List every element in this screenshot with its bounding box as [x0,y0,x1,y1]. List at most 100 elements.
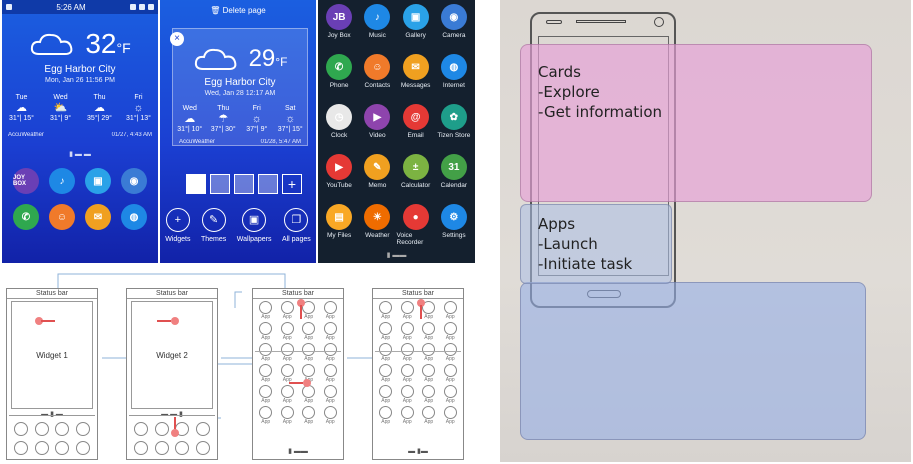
wire-app-grid: App App App App App App App App App App … [375,301,461,425]
wireframe-apps-1: Status bar App App App App App App App A… [252,288,344,460]
wireframe-widget-1: Status bar Widget 1 ▬ ▮ ▬ [6,288,98,460]
app-icon-calculator[interactable]: ± Calculator [397,154,435,202]
swipe-down-arrow [300,305,302,319]
app-icon-memo[interactable]: ✎ Memo [358,154,396,202]
app-icon-voice-recorder[interactable]: ● Voice Recorder [397,204,435,252]
app-icon-tizen-store[interactable]: ✿ Tizen Store [435,104,473,152]
notification-icon [129,4,136,10]
phone-icon: ✆ [326,54,353,80]
all-pages-button[interactable]: ❐ All pages [282,208,311,243]
phone-icon[interactable]: ✆ [13,204,39,230]
wireframe-widget-2: Status bar Widget 2 ▬ ▬ ▮ [126,288,218,460]
widgets-button[interactable]: + Widgets [165,208,191,243]
phone-screenshots: 5:26 AM 32°F Egg Harbor City Mon, Jan 26… [2,0,475,263]
forecast-day: Fri ☼ 31°| 13° [121,94,157,122]
rain-icon: ☂ [218,113,229,125]
delete-page-button[interactable]: 🗑 Delete page [160,0,316,20]
gallery-icon: ▣ [402,4,429,30]
sun-icon: ☼ [285,113,296,125]
brush-icon: ✎ [201,208,226,232]
app-label: Internet [442,82,465,89]
app-label: Messages [400,82,431,89]
app-label: Contacts [364,82,391,89]
weather-widget[interactable]: 32°F Egg Harbor City Mon, Jan 26 11:56 P… [2,14,158,84]
page-thumbnail[interactable] [186,174,206,194]
app-icon-music[interactable]: ♪ Music [358,4,396,52]
music-icon[interactable]: ♪ [49,168,75,194]
contacts-icon: ☺ [364,54,391,80]
temp-unit: °F [116,40,131,56]
app-icon-weather[interactable]: ☀ Weather [358,204,396,252]
messages-icon: ✉ [402,54,429,80]
app-icon-phone[interactable]: ✆ Phone [320,54,358,102]
image-icon: ▣ [242,208,267,232]
internet-icon[interactable]: ◍ [121,204,147,230]
joy-box-icon: JB [326,4,353,30]
app-icon-joy-box[interactable]: JB Joy Box [320,4,358,52]
weather-updated: 01/28, 5:47 AM [260,139,301,145]
app-icon-settings[interactable]: ⚙ Settings [435,204,473,252]
forecast-day: Thu ☁ 35°| 29° [82,94,118,122]
app-icon-calendar[interactable]: 31 Calendar [435,154,473,202]
forecast-day: Sat ☼ 37°| 15° [274,105,308,133]
wireframe-flow: Status bar Widget 1 ▬ ▮ ▬ Status bar Wid… [2,268,475,463]
blue-sticky-note [520,282,866,440]
cloud-icon: ☁ [16,102,27,114]
edit-toolbar: + Widgets ✎ Themes ▣ Wallpapers ❐ All pa… [160,208,316,243]
gesture-point [171,429,179,437]
messages-icon[interactable]: ✉ [85,204,111,230]
page-thumbnail[interactable] [210,174,230,194]
forecast-row: Tue ☁ 31°| 15° Wed ⛅ 31°| 9° Thu ☁ 35°| … [2,94,158,122]
contacts-icon[interactable]: ☺ [49,204,75,230]
app-icon-camera[interactable]: ◉ Camera [435,4,473,52]
gallery-icon[interactable]: ▣ [85,168,111,194]
home-dock-row-1: JOY BOX ♪ ▣ ◉ [2,168,158,194]
music-icon: ♪ [364,4,391,30]
video-icon: ▶ [364,104,391,130]
divider [255,351,341,352]
status-bar: Status bar [253,289,343,299]
app-icon-messages[interactable]: ✉ Messages [397,54,435,102]
app-label: Camera [442,32,466,39]
page-thumbnail[interactable] [234,174,254,194]
forecast-row: Wed ☁ 31°| 10° Thu ☂ 37°| 30° Fri ☼ 37°|… [173,105,307,133]
app-label: Voice Recorder [396,232,424,246]
joybox-icon[interactable]: JOY BOX [13,168,39,194]
app-label: Clock [330,132,348,139]
app-icon-youtube[interactable]: ▶ YouTube [320,154,358,202]
app-label: Video [369,132,386,139]
app-grid: JB Joy Box ♪ Music ▣ Gallery ◉ Camera ✆ Phone ☺ Con… [318,0,475,252]
sun-icon: ☼ [133,102,144,114]
add-page-icon[interactable]: + [282,174,302,194]
app-icon-email[interactable]: @ Email [397,104,435,152]
app-label: Settings [442,232,466,239]
youtube-icon: ▶ [326,154,353,180]
app-icon-video[interactable]: ▶ Video [358,104,396,152]
app-icon-internet[interactable]: ◍ Internet [435,54,473,102]
status-bar: Status bar [127,289,217,299]
swipe-right-arrow [41,320,55,322]
wallpapers-button[interactable]: ▣ Wallpapers [237,208,271,243]
camera-icon[interactable]: ◉ [121,168,147,194]
forecast-day: Tue ☁ 31°| 15° [4,94,40,122]
close-icon[interactable]: × [170,32,184,46]
themes-button[interactable]: ✎ Themes [201,208,226,243]
calculator-icon: ± [402,154,429,180]
app-label: YouTube [326,182,352,189]
app-icon-gallery[interactable]: ▣ Gallery [397,4,435,52]
page-thumbnail[interactable] [258,174,278,194]
apps-note-text: Apps -Launch -Initiate task [538,215,633,273]
forecast-day: Wed ☁ 31°| 10° [173,105,207,133]
internet-icon: ◍ [440,54,467,80]
cards-note-text: Cards -Explore -Get information [538,63,663,121]
app-icon-clock[interactable]: ◷ Clock [320,104,358,152]
cloud-icon: ☁ [94,102,105,114]
city-name: Egg Harbor City [204,77,276,88]
app-icon-my-files[interactable]: ▤ My Files [320,204,358,252]
swipe-up-arrow [420,305,422,319]
app-icon-contacts[interactable]: ☺ Contacts [358,54,396,102]
calendar-icon: 31 [440,154,467,180]
weather-widget-preview[interactable]: 29°F Egg Harbor City Wed, Jan 28 12:17 A… [172,28,308,146]
app-label: Calendar [440,182,468,189]
app-label: Phone [329,82,349,89]
